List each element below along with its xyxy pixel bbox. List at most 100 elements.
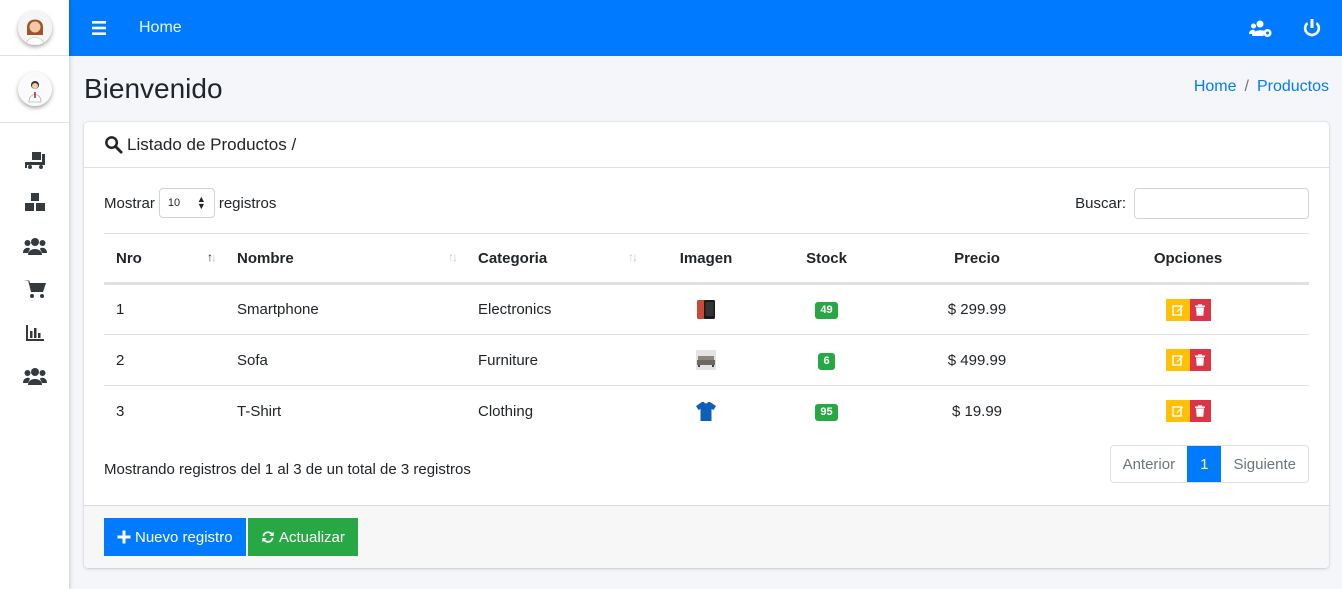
cell-imagen: [646, 283, 766, 335]
cell-stock: 49: [766, 283, 887, 335]
search-icon: [105, 136, 123, 154]
user-panel[interactable]: [0, 56, 69, 123]
brand-avatar-icon: [17, 10, 52, 45]
cell-opciones: [1067, 386, 1309, 437]
length-suffix-label: registros: [218, 194, 277, 212]
edit-button[interactable]: [1165, 298, 1190, 321]
trash-icon: [1195, 303, 1205, 316]
trash-icon: [1195, 354, 1205, 366]
products-card: Listado de Productos / Mostrar 10 ▲ ▼ reg…: [84, 122, 1329, 568]
users-cog-icon: [1249, 20, 1272, 37]
table-row: 1 Smartphone Electronics 49 $ 299.99: [104, 283, 1309, 335]
page-title: Bienvenido: [84, 73, 223, 104]
brand-logo[interactable]: [0, 0, 69, 56]
cell-precio: $ 499.99: [887, 334, 1067, 386]
cell-categoria: Clothing: [478, 402, 534, 420]
table-header-row: Nro ↑↓ Nombre ↑↓ Categoria ↑↓ Imagen Stock …: [104, 233, 1309, 285]
search-control: Buscar:: [1075, 188, 1309, 219]
users-settings-button[interactable]: [1249, 16, 1273, 40]
sidebar-item-inventory[interactable]: [0, 181, 69, 225]
edit-icon: [1171, 355, 1183, 366]
smartphone-icon: [697, 299, 715, 319]
card-footer: Nuevo registro Actualizar: [84, 505, 1329, 568]
sofa-icon: [696, 350, 716, 370]
table-row: 3 T-Shirt Clothing 95 $ 19.99: [104, 386, 1309, 437]
card-title: Listado de Productos /: [127, 134, 297, 154]
refresh-label: Actualizar: [279, 528, 345, 546]
topbar-home-link[interactable]: Home: [139, 19, 182, 37]
users-icon: [22, 237, 47, 255]
refresh-button[interactable]: Actualizar: [248, 518, 358, 556]
chart-bar-icon: [25, 324, 44, 341]
sidebar-item-shipping[interactable]: [0, 137, 69, 181]
sort-icon: ↑↓: [448, 250, 458, 264]
column-header-precio: Precio: [887, 233, 1067, 285]
cell-stock: 6: [766, 334, 887, 386]
card-header: Listado de Productos /: [84, 122, 1329, 168]
cell-imagen: [646, 334, 766, 386]
breadcrumb-productos-link[interactable]: Productos: [1257, 78, 1329, 96]
page-length-select[interactable]: 10 ▲ ▼: [158, 188, 215, 218]
search-input[interactable]: [1134, 188, 1309, 219]
pagination-prev-button[interactable]: Anterior: [1111, 446, 1188, 482]
sidebar-item-reports[interactable]: [0, 311, 69, 355]
boxes-icon: [24, 193, 45, 212]
cell-nombre: T-Shirt: [237, 402, 282, 420]
stock-badge: 6: [818, 352, 835, 370]
column-header-categoria[interactable]: Categoria ↑↓: [466, 233, 646, 285]
menu-toggle-button[interactable]: [89, 17, 111, 39]
breadcrumb-separator: /: [1244, 78, 1249, 95]
column-header-nro[interactable]: Nro ↑↓: [104, 233, 225, 285]
column-header-opciones: Opciones: [1067, 233, 1309, 285]
cell-categoria: Electronics: [466, 283, 646, 335]
cell-nombre: Smartphone: [225, 283, 466, 335]
sync-icon: [262, 531, 274, 543]
cell-precio: $ 299.99: [887, 283, 1067, 335]
new-record-button[interactable]: Nuevo registro: [104, 518, 246, 556]
delete-button[interactable]: [1189, 298, 1211, 321]
sort-icon: ↑↓: [628, 250, 638, 264]
edit-icon: [1171, 304, 1183, 316]
logout-button[interactable]: [1300, 16, 1324, 40]
pagination-next-button[interactable]: Siguiente: [1221, 446, 1308, 482]
cell-nro: 3: [116, 402, 125, 420]
sidebar-item-users[interactable]: [0, 355, 69, 399]
table-row: 2 Sofa Furniture 6 $ 499.99: [104, 334, 1309, 386]
stock-badge: 49: [815, 302, 838, 319]
sort-asc-icon: ↑↓: [207, 250, 217, 264]
edit-icon: [1171, 406, 1183, 417]
plus-icon: [117, 530, 131, 544]
column-header-stock: Stock: [766, 233, 887, 285]
table-controls: Mostrar 10 ▲ ▼ registros Buscar:: [84, 168, 1329, 234]
tshirt-icon: [696, 402, 716, 422]
topbar: Home: [69, 0, 1342, 56]
truck-loading-icon: [24, 151, 45, 169]
stock-badge: 95: [815, 403, 838, 421]
search-label: Buscar:: [1075, 195, 1126, 212]
breadcrumb-home-link[interactable]: Home: [1194, 78, 1237, 96]
hamburger-icon: [92, 21, 106, 35]
cell-stock: 95: [766, 386, 887, 437]
products-table: Nro ↑↓ Nombre ↑↓ Categoria ↑↓ Imagen Stock …: [104, 233, 1309, 437]
page-length-value: 10: [167, 197, 181, 209]
cell-opciones: [1067, 283, 1309, 335]
delete-button[interactable]: [1189, 400, 1211, 423]
sidebar-item-sales[interactable]: [0, 268, 69, 312]
length-control: Mostrar 10 ▲ ▼ registros: [104, 188, 276, 218]
cell-precio: $ 19.99: [951, 402, 1003, 420]
edit-button[interactable]: [1165, 400, 1190, 423]
edit-button[interactable]: [1165, 349, 1190, 371]
length-prefix-label: Mostrar: [104, 194, 155, 212]
cell-nombre: Sofa: [225, 334, 466, 386]
sidebar-item-clients[interactable]: [0, 224, 69, 268]
pagination-page-button[interactable]: 1: [1187, 446, 1222, 482]
new-record-label: Nuevo registro: [135, 528, 233, 546]
select-arrows-icon: ▲ ▼: [196, 194, 206, 211]
sidebar: [0, 0, 69, 589]
power-icon: [1303, 19, 1321, 37]
breadcrumb: Home / Productos: [1194, 78, 1329, 96]
column-header-nombre[interactable]: Nombre ↑↓: [225, 233, 466, 285]
cell-nro: 1: [104, 283, 225, 335]
delete-button[interactable]: [1189, 349, 1211, 371]
cell-nro: 2: [104, 334, 225, 386]
